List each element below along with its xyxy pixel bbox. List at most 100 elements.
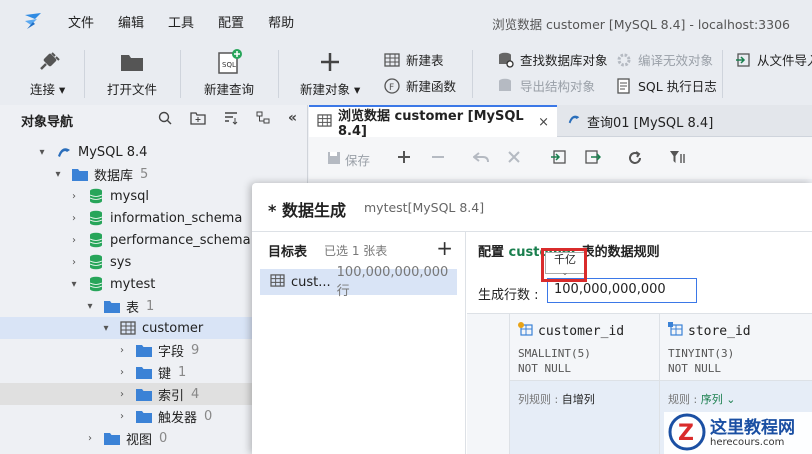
cancel-icon[interactable]	[507, 150, 521, 164]
tree-label: mysql	[110, 188, 149, 204]
target-table-rows: 100,000,000,000行	[336, 265, 449, 299]
target-table-name: cust...	[291, 274, 331, 290]
find-object-button[interactable]: 查找数据库对象	[497, 50, 608, 69]
connect-button[interactable]: 连接 ▾	[30, 48, 65, 98]
export-structure-button[interactable]: 导出结构对象	[497, 76, 595, 95]
database-search-icon	[497, 51, 515, 69]
chevron-right-icon[interactable]: ›	[116, 389, 128, 400]
tab-label: 浏览数据 customer [MySQL 8.4]	[338, 109, 524, 139]
new-table-label: 新建表	[406, 53, 444, 68]
open-file-button[interactable]: 打开文件	[107, 48, 157, 98]
folder-icon	[136, 364, 152, 380]
watermark-url: herecours.com	[710, 436, 785, 448]
table-icon	[317, 113, 332, 131]
save-button[interactable]: 保存	[327, 150, 370, 169]
chevron-right-icon[interactable]: ›	[68, 235, 80, 246]
dialog-title: * 数据生成	[268, 201, 346, 220]
menu-help[interactable]: 帮助	[256, 12, 306, 31]
menu-edit[interactable]: 编辑	[106, 12, 156, 31]
menu-tools[interactable]: 工具	[156, 12, 206, 31]
sql-file-icon: SQL	[204, 48, 254, 76]
tab-browse-customer[interactable]: 浏览数据 customer [MySQL 8.4] ×	[309, 105, 557, 139]
column-header[interactable]: customer_id SMALLINT(5) NOT NULL	[509, 314, 659, 380]
tree-label: performance_schema	[110, 232, 251, 248]
new-function-label: 新建函数	[406, 79, 457, 94]
filter-tree-icon[interactable]	[256, 111, 270, 129]
chevron-right-icon[interactable]: ›	[116, 411, 128, 422]
site-watermark: Z 这里教程网 herecours.com	[664, 412, 812, 454]
tree-label: 触发器	[158, 410, 198, 426]
chevron-right-icon[interactable]: ›	[84, 433, 96, 444]
svg-text:SQL: SQL	[222, 61, 236, 69]
import-file-button[interactable]: 从文件导入	[734, 50, 812, 69]
save-icon	[327, 151, 341, 168]
database-icon	[88, 276, 104, 292]
chevron-right-icon[interactable]: ›	[68, 213, 80, 224]
table-icon	[270, 273, 285, 291]
new-folder-icon[interactable]	[190, 111, 206, 129]
tree-node-databases[interactable]: ▾ 数据库 5	[0, 163, 308, 185]
remove-row-icon[interactable]	[431, 150, 445, 164]
save-label: 保存	[345, 153, 371, 168]
filter-icon[interactable]	[669, 150, 685, 164]
target-header: 目标表	[268, 245, 308, 260]
compile-invalid-label: 编译无效对象	[638, 53, 714, 68]
new-object-button[interactable]: 新建对象 ▾	[300, 48, 360, 98]
chevron-right-icon[interactable]: ›	[116, 367, 128, 378]
column-icon	[668, 322, 683, 340]
chevron-down-icon[interactable]: ▾	[36, 147, 48, 158]
column-header[interactable]: store_id TINYINT(3) NOT NULL	[659, 314, 812, 380]
new-query-button[interactable]: SQL 新建查询	[204, 48, 254, 98]
menu-file[interactable]: 文件	[56, 12, 106, 31]
chevron-right-icon[interactable]: ›	[116, 345, 128, 356]
tab-query01[interactable]: 查询01 [MySQL 8.4]	[559, 105, 721, 137]
compile-invalid-button[interactable]: 编译无效对象	[615, 50, 713, 69]
table-icon	[120, 320, 136, 336]
add-row-icon[interactable]	[397, 150, 411, 164]
rule-label: 列规则 :	[518, 393, 559, 406]
tree-count: 9	[191, 342, 200, 358]
export-rows-icon[interactable]	[585, 150, 601, 164]
tree-label: 数据库	[94, 168, 134, 184]
tree-count: 4	[191, 386, 200, 402]
column-rule-cell[interactable]: 列规则 : 自增列	[509, 380, 659, 454]
chevron-down-icon[interactable]: ▾	[52, 169, 64, 180]
tree-label: 字段	[158, 344, 185, 360]
rule-value: 序列	[700, 393, 723, 406]
add-table-button[interactable]: +	[436, 236, 453, 260]
chevron-down-icon[interactable]: ⌄	[723, 393, 735, 406]
undo-icon[interactable]	[473, 150, 489, 164]
chevron-right-icon[interactable]: ›	[68, 191, 80, 202]
search-icon[interactable]	[158, 111, 172, 129]
gear-icon	[615, 51, 633, 69]
new-object-label: 新建对象	[300, 82, 351, 97]
rule-value: 自增列	[561, 393, 595, 406]
import-rows-icon[interactable]	[550, 150, 566, 164]
tree-label: 键	[158, 366, 172, 382]
collapse-icon[interactable]: «	[288, 111, 297, 129]
new-function-button[interactable]: F 新建函数	[383, 76, 456, 95]
import-file-label: 从文件导入	[757, 53, 812, 68]
sort-icon[interactable]	[224, 111, 238, 129]
folder-icon	[104, 430, 120, 446]
close-icon[interactable]: ×	[538, 115, 549, 130]
menu-config[interactable]: 配置	[206, 12, 256, 31]
plug-icon	[30, 48, 65, 76]
database-icon	[88, 232, 104, 248]
mysql-icon	[56, 144, 72, 160]
dialog-subtitle: mytest[MySQL 8.4]	[364, 200, 485, 215]
sql-log-button[interactable]: SQL 执行日志	[615, 76, 717, 95]
chevron-right-icon[interactable]: ›	[68, 257, 80, 268]
data-toolbar: 保存	[309, 137, 812, 179]
target-table-item[interactable]: cust... 100,000,000,000行	[260, 265, 457, 299]
refresh-icon[interactable]	[627, 150, 643, 166]
new-table-button[interactable]: 新建表	[383, 50, 444, 69]
function-icon: F	[383, 77, 401, 95]
chevron-down-icon[interactable]: ▾	[84, 301, 96, 312]
chevron-down-icon[interactable]: ▾	[100, 323, 112, 334]
column-name: store_id	[688, 323, 751, 339]
chevron-down-icon[interactable]: ▾	[68, 279, 80, 290]
tree-node-connection[interactable]: ▾ MySQL 8.4	[0, 141, 308, 163]
connect-label: 连接	[30, 82, 56, 97]
target-table-panel: 目标表 已选 1 张表 + cust... 100,000,000,000行	[252, 232, 466, 454]
